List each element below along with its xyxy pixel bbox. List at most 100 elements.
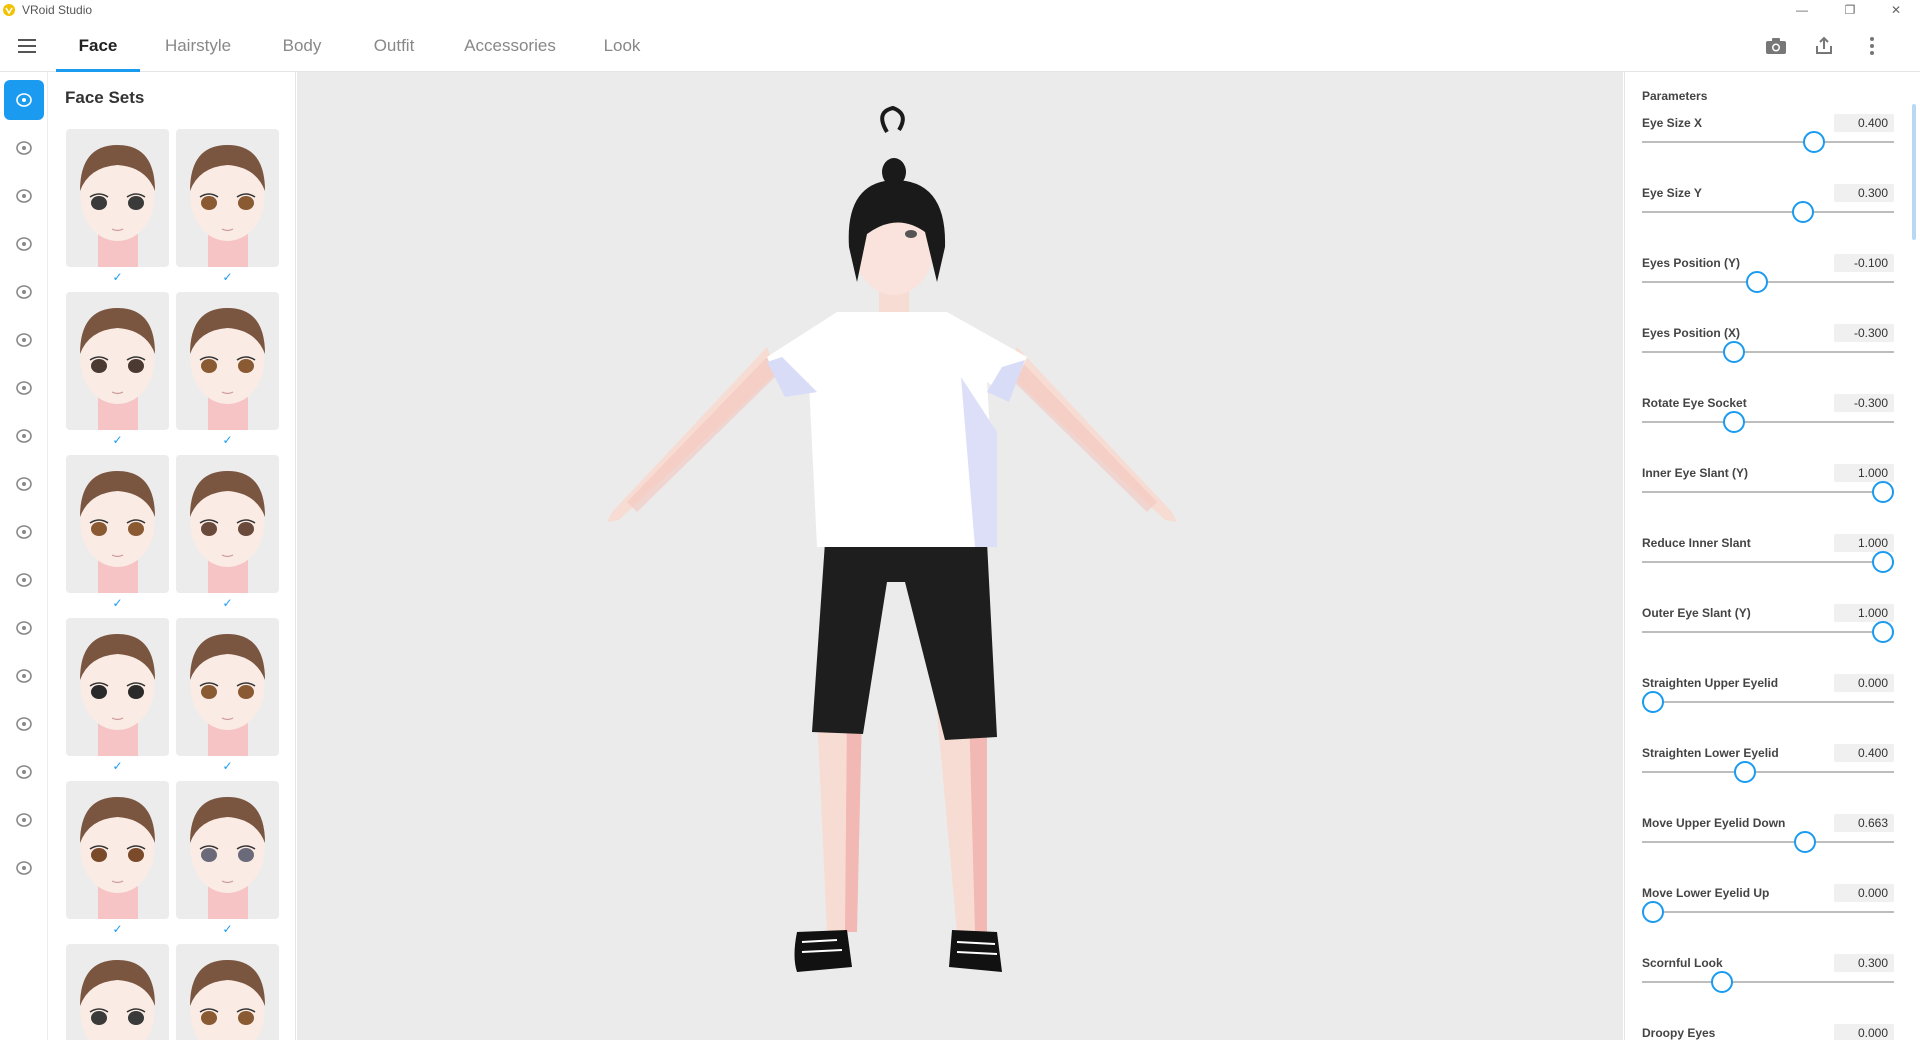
- rail-item-face-outline[interactable]: [4, 272, 44, 312]
- parameter-value-field[interactable]: 0.000: [1834, 884, 1894, 902]
- parameter-value-field[interactable]: 0.300: [1834, 184, 1894, 202]
- face-set-thumbnail[interactable]: [176, 618, 279, 756]
- parameter-slider-thumb[interactable]: [1872, 481, 1894, 503]
- parameter-value-field[interactable]: 0.000: [1834, 1024, 1894, 1040]
- face-set-thumbnail[interactable]: [66, 781, 169, 919]
- rail-item-makeup-brush[interactable]: [4, 416, 44, 456]
- rail-item-mouth[interactable]: [4, 560, 44, 600]
- face-set-thumbnail[interactable]: [176, 781, 279, 919]
- parameter-value-field[interactable]: 0.400: [1834, 114, 1894, 132]
- parameter-value-field[interactable]: 1.000: [1834, 604, 1894, 622]
- parameter-slider-thumb[interactable]: [1745, 271, 1768, 293]
- parameter-slider-track[interactable]: [1642, 211, 1894, 213]
- parameter-value-field[interactable]: 0.400: [1834, 744, 1894, 762]
- tab-face[interactable]: Face: [56, 20, 140, 72]
- minimize-button[interactable]: —: [1780, 0, 1824, 20]
- maximize-button[interactable]: ❐: [1828, 0, 1872, 20]
- rail-item-eyebrow[interactable]: [4, 320, 44, 360]
- parameter-label: Droopy Eyes: [1642, 1026, 1716, 1040]
- parameter-slider-track[interactable]: [1642, 981, 1894, 983]
- face-set-thumbnail[interactable]: [66, 618, 169, 756]
- parameter-slider-track[interactable]: [1642, 491, 1894, 493]
- rail-item-head-side[interactable]: [4, 800, 44, 840]
- camera-icon[interactable]: [1764, 34, 1788, 58]
- parameter-value-field[interactable]: -0.100: [1834, 254, 1894, 272]
- rail-item-face-set[interactable]: [4, 80, 44, 120]
- parameter-slider-track[interactable]: [1642, 631, 1894, 633]
- rail-item-eye[interactable]: [4, 128, 44, 168]
- parameter-value-field[interactable]: 0.663: [1834, 814, 1894, 832]
- rail-item-teeth[interactable]: [4, 656, 44, 696]
- tab-look[interactable]: Look: [596, 20, 648, 72]
- teeth-icon: [16, 669, 32, 683]
- parameter-slider-thumb[interactable]: [1711, 971, 1733, 993]
- more-vertical-icon[interactable]: [1860, 34, 1884, 58]
- parameter-label: Eye Size Y: [1642, 186, 1702, 200]
- close-button[interactable]: ✕: [1874, 0, 1918, 20]
- parameter-value-field[interactable]: 0.300: [1834, 954, 1894, 972]
- rail-item-nose[interactable]: [4, 512, 44, 552]
- hamburger-menu-icon[interactable]: [18, 37, 38, 53]
- parameter-row: Inner Eye Slant (Y) 1.000: [1642, 464, 1894, 536]
- face-set-thumbnail[interactable]: [66, 455, 169, 593]
- face-set-thumbnail[interactable]: [66, 129, 169, 267]
- parameter-slider-thumb[interactable]: [1642, 901, 1664, 923]
- parameter-slider-thumb[interactable]: [1791, 201, 1814, 223]
- face-set-thumbnail[interactable]: [176, 292, 279, 430]
- tab-body[interactable]: Body: [276, 20, 328, 72]
- rail-item-eyelid[interactable]: [4, 464, 44, 504]
- title-bar: VRoid Studio — ❐ ✕: [0, 0, 1920, 20]
- parameter-value-field[interactable]: -0.300: [1834, 324, 1894, 342]
- selected-check-icon: ✓: [222, 596, 233, 610]
- rail-item-eyelash[interactable]: [4, 368, 44, 408]
- parameter-slider-thumb[interactable]: [1794, 831, 1817, 853]
- parameter-row: Straighten Lower Eyelid 0.400: [1642, 744, 1894, 816]
- parameter-value-field[interactable]: 0.000: [1834, 674, 1894, 692]
- parameter-slider-track[interactable]: [1642, 351, 1894, 353]
- parameter-slider-track[interactable]: [1642, 771, 1894, 773]
- parameter-slider-track[interactable]: [1642, 561, 1894, 563]
- parameter-value-field[interactable]: 1.000: [1834, 464, 1894, 482]
- face-set-thumbnail[interactable]: [176, 129, 279, 267]
- lips-icon: [16, 621, 32, 635]
- selected-check-icon: ✓: [222, 433, 233, 447]
- parameter-slider-thumb[interactable]: [1734, 761, 1756, 783]
- parameter-value-field[interactable]: 1.000: [1834, 534, 1894, 552]
- parameter-slider-track[interactable]: [1642, 701, 1894, 703]
- rail-item-face-shape[interactable]: [4, 752, 44, 792]
- parameter-slider-track[interactable]: [1642, 281, 1894, 283]
- face-set-thumbnail[interactable]: [176, 455, 279, 593]
- rail-item-pen[interactable]: [4, 704, 44, 744]
- parameter-value-field[interactable]: -0.300: [1834, 394, 1894, 412]
- parameter-row: Droopy Eyes 0.000: [1642, 1024, 1894, 1040]
- parameter-slider-thumb[interactable]: [1803, 131, 1825, 153]
- parameter-slider-track[interactable]: [1642, 841, 1894, 843]
- rail-item-lips[interactable]: [4, 608, 44, 648]
- tab-accessories[interactable]: Accessories: [460, 20, 560, 72]
- parameter-label: Inner Eye Slant (Y): [1642, 466, 1749, 480]
- parameter-slider-thumb[interactable]: [1642, 691, 1664, 713]
- rail-item-emoji[interactable]: [4, 848, 44, 888]
- face-set-thumbnail[interactable]: [66, 292, 169, 430]
- iris-icon: [16, 237, 32, 251]
- parameter-slider-thumb[interactable]: [1872, 551, 1894, 573]
- rail-item-ear[interactable]: [4, 176, 44, 216]
- rail-item-iris[interactable]: [4, 224, 44, 264]
- 3d-viewport[interactable]: [297, 72, 1623, 1040]
- tab-outfit[interactable]: Outfit: [364, 20, 424, 72]
- export-icon[interactable]: [1812, 34, 1836, 58]
- eyelash-icon: [16, 381, 32, 395]
- parameter-slider-thumb[interactable]: [1722, 341, 1745, 363]
- parameter-label: Scornful Look: [1642, 956, 1723, 970]
- parameter-slider-track[interactable]: [1642, 911, 1894, 913]
- parameter-slider-track[interactable]: [1642, 141, 1894, 143]
- makeup-brush-icon: [16, 429, 32, 443]
- face-set-thumbnail[interactable]: [66, 944, 169, 1040]
- parameter-slider-thumb[interactable]: [1722, 411, 1745, 433]
- parameter-slider-thumb[interactable]: [1872, 621, 1894, 643]
- parameters-scrollbar[interactable]: [1912, 104, 1916, 240]
- parameter-slider-track[interactable]: [1642, 421, 1894, 423]
- face-set-thumbnail[interactable]: [176, 944, 279, 1040]
- tab-hairstyle[interactable]: Hairstyle: [158, 20, 238, 72]
- parameter-row: Rotate Eye Socket -0.300: [1642, 394, 1894, 466]
